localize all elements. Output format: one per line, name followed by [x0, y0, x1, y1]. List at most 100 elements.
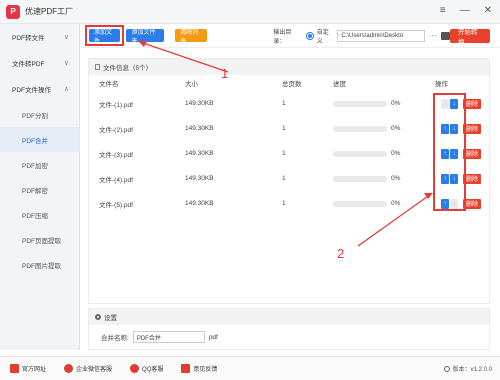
settings-header: 设置	[89, 309, 489, 325]
sidebar-item-encrypt[interactable]: PDF加密	[0, 152, 79, 177]
qq-icon	[130, 364, 140, 373]
progress-bar	[333, 100, 387, 107]
annotation-box-2	[433, 93, 466, 211]
minimize-icon[interactable]: —	[460, 5, 470, 16]
merge-ext-label: pdf	[208, 333, 218, 341]
progress-percent: 0%	[391, 125, 401, 132]
progress-cell: 0%	[333, 125, 433, 132]
sidebar: PDF转文件 ∨ 文件转PDF ∨ PDF文件操作 ∧ PDF分割 PDF合并 …	[0, 24, 80, 350]
col-ops: 操作	[435, 81, 448, 88]
footer-link-label: QQ客服	[142, 367, 164, 373]
footer-link-label: 企业微信客服	[76, 367, 113, 373]
file-size: 149.30KB	[185, 100, 214, 107]
version-info: 版本：v1.2.0.0	[443, 364, 492, 373]
custom-radio[interactable]	[306, 31, 314, 40]
sidebar-group-label: PDF文件操作	[12, 87, 51, 94]
window-controls: ≡ — ✕	[440, 5, 492, 16]
sidebar-group-label: 文件转PDF	[12, 61, 45, 68]
sidebar-item-page-extract[interactable]: PDF页面提取	[0, 227, 79, 252]
file-pages: 1	[282, 100, 286, 107]
folder-icon[interactable]	[440, 31, 450, 40]
file-pages: 1	[282, 200, 286, 207]
app-logo-icon: P	[6, 4, 20, 19]
feedback-icon	[181, 364, 191, 373]
sidebar-item-merge[interactable]: PDF合并	[0, 127, 79, 152]
footer-link-label: 意见反馈	[193, 367, 218, 373]
sidebar-item-compress[interactable]: PDF压缩	[0, 202, 79, 227]
file-pages: 1	[282, 125, 286, 132]
file-name: 文件-(1).pdf	[99, 101, 133, 109]
file-list-header: 文件信息（5个）	[89, 59, 489, 75]
add-file-button[interactable]: 添加文件	[89, 29, 121, 45]
close-icon[interactable]: ✕	[484, 5, 492, 16]
sidebar-item-split[interactable]: PDF分割	[0, 102, 79, 127]
clear-list-button[interactable]: 清除列表	[175, 29, 208, 45]
col-progress: 进度	[333, 81, 346, 88]
wechat-icon	[64, 364, 74, 373]
sidebar-group-pdf-to-file[interactable]: PDF转文件 ∨	[0, 24, 79, 50]
file-size: 149.30KB	[185, 150, 214, 157]
file-size: 149.30KB	[185, 175, 214, 182]
home-icon	[10, 364, 19, 373]
file-name: 文件-(4).pdf	[99, 176, 133, 184]
progress-percent: 0%	[391, 200, 401, 207]
toolbar: 添加文件 添加文件夹 清除列表 输出目录： 自定义 C:\Users\admin…	[80, 24, 500, 48]
merge-name-label: 合并名称:	[101, 335, 129, 342]
table-row[interactable]: 文件-(5).pdf 149.30KB 1 0% ↑ ↓ 删除	[89, 191, 489, 216]
file-info-title: 文件信息（5个）	[103, 65, 153, 72]
table-header: 文件名 大小 总页数 进度 操作	[89, 75, 489, 91]
table-row[interactable]: 文件-(4).pdf 149.30KB 1 0% ↑ ↓ 删除	[89, 166, 489, 191]
chevron-down-icon: ∨	[63, 60, 69, 67]
custom-radio-label: 自定义	[316, 29, 329, 45]
more-options-button[interactable]: ···	[429, 31, 437, 40]
table-row[interactable]: 文件-(2).pdf 149.30KB 1 0% ↑ ↓ 删除	[89, 116, 489, 141]
document-icon	[95, 64, 100, 70]
file-name: 文件-(3).pdf	[99, 151, 133, 159]
merge-name-row: 合并名称: PDF合并 pdf	[89, 325, 489, 349]
footer-link-label: 官方网址	[22, 367, 47, 373]
add-folder-button[interactable]: 添加文件夹	[126, 29, 165, 45]
version-label: 版本：v1.2.0.0	[452, 367, 492, 373]
chevron-up-icon: ∧	[63, 86, 69, 93]
gear-icon	[95, 314, 101, 320]
col-pages: 总页数	[282, 81, 302, 88]
table-row[interactable]: 文件-(3).pdf 149.30KB 1 0% ↑ ↓ 删除	[89, 141, 489, 166]
title-bar: P 优速PDF工厂 ≡ — ✕	[0, 0, 500, 24]
footer-link-feedback[interactable]: 意见反馈	[181, 364, 217, 373]
menu-icon[interactable]: ≡	[440, 5, 446, 16]
progress-bar	[333, 125, 387, 132]
info-icon	[443, 365, 450, 372]
progress-cell: 0%	[333, 200, 433, 207]
progress-percent: 0%	[391, 100, 401, 107]
merge-name-input[interactable]: PDF合并	[132, 331, 205, 343]
footer-link-wechat[interactable]: 企业微信客服	[64, 364, 112, 373]
sidebar-group-label: PDF转文件	[12, 35, 45, 42]
file-name: 文件-(5).pdf	[99, 201, 133, 209]
footer-link-qq[interactable]: QQ客服	[130, 364, 163, 373]
progress-bar	[333, 175, 387, 182]
footer: 官方网址 企业微信客服 QQ客服 意见反馈 版本：v1.2.0.0	[0, 356, 500, 380]
output-dir-label: 输出目录：	[273, 29, 292, 45]
col-name: 文件名	[99, 81, 119, 88]
file-pages: 1	[282, 175, 286, 182]
settings-title: 设置	[104, 315, 117, 322]
progress-cell: 0%	[333, 175, 433, 182]
progress-percent: 0%	[391, 175, 401, 182]
progress-bar	[333, 150, 387, 157]
app-title: 优速PDF工厂	[25, 7, 73, 16]
progress-percent: 0%	[391, 150, 401, 157]
sidebar-group-pdf-ops[interactable]: PDF文件操作 ∧	[0, 76, 79, 102]
output-path-input[interactable]: C:\Users\admin\Deskto	[337, 29, 425, 42]
sidebar-group-file-to-pdf[interactable]: 文件转PDF ∨	[0, 50, 79, 76]
footer-link-website[interactable]: 官方网址	[10, 364, 46, 373]
table-row[interactable]: 文件-(1).pdf 149.30KB 1 0% ↑ ↓ 删除	[89, 91, 489, 116]
col-size: 大小	[185, 81, 198, 88]
chevron-down-icon: ∨	[63, 34, 69, 41]
progress-cell: 0%	[333, 100, 433, 107]
file-size: 149.30KB	[185, 125, 214, 132]
sidebar-item-decrypt[interactable]: PDF解密	[0, 177, 79, 202]
annotation-box-1: 添加文件	[85, 24, 125, 47]
file-name: 文件-(2).pdf	[99, 126, 133, 134]
sidebar-item-image-extract[interactable]: PDF图片提取	[0, 252, 79, 277]
start-convert-button[interactable]: 开始转换	[449, 28, 490, 46]
